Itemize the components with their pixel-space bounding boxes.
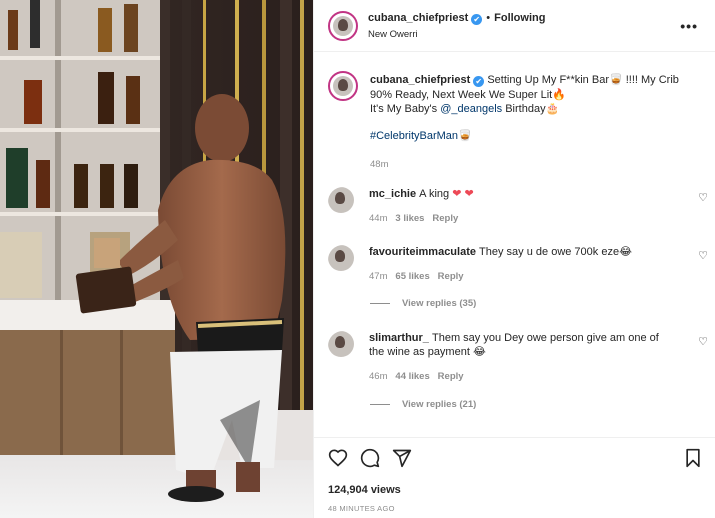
- reply-button[interactable]: Reply: [438, 371, 464, 382]
- like-comment-heart-icon[interactable]: ♡: [698, 249, 708, 262]
- share-icon[interactable]: [392, 448, 412, 468]
- view-replies-button[interactable]: View replies (21): [370, 399, 476, 410]
- replies-divider-line: [370, 302, 390, 304]
- comment-body: mc_ichie A king ❤ ❤: [369, 187, 669, 201]
- post-header: cubana_chiefpriest ✔ • Following New Owerri…: [314, 0, 715, 52]
- heart-emoji: ❤ ❤: [452, 188, 474, 200]
- post-location[interactable]: New Owerri: [368, 29, 418, 40]
- comment-likes[interactable]: 65 likes: [395, 271, 429, 282]
- commenter-avatar[interactable]: [328, 331, 358, 361]
- comment-time[interactable]: 47m: [369, 271, 387, 282]
- reply-button[interactable]: Reply: [438, 271, 464, 282]
- more-options-icon[interactable]: •••: [680, 18, 698, 34]
- caption-avatar[interactable]: [328, 71, 358, 101]
- view-replies-label: View replies (35): [402, 298, 477, 309]
- view-replies-button[interactable]: View replies (35): [370, 298, 476, 309]
- like-comment-heart-icon[interactable]: ♡: [698, 335, 708, 348]
- comment-time[interactable]: 46m: [369, 371, 387, 382]
- comment-meta: 44m 3 likes Reply: [369, 213, 458, 224]
- bookmark-icon[interactable]: [684, 448, 702, 468]
- caption-timestamp[interactable]: 48m: [370, 159, 388, 170]
- comment-time[interactable]: 44m: [369, 213, 387, 224]
- like-comment-heart-icon[interactable]: ♡: [698, 191, 708, 204]
- caption-hashtag-link[interactable]: #CelebrityBarMan🥃: [370, 130, 472, 142]
- commenter-avatar[interactable]: [328, 187, 358, 217]
- views-count[interactable]: 124,904 views: [328, 484, 401, 496]
- comment-item: favouriteimmaculate They say u de owe 70…: [328, 243, 708, 323]
- commenter-username[interactable]: mc_ichie: [369, 188, 416, 200]
- header-title-row: cubana_chiefpriest ✔ • Following: [368, 12, 545, 25]
- commenter-avatar[interactable]: [328, 245, 358, 275]
- comment-text: They say u de owe 700k eze😂: [479, 246, 632, 258]
- comment-item: slimarthur_ Them say you Dey owe person …: [328, 329, 708, 429]
- caption-line-2-suffix: Birthday🎂: [502, 103, 560, 115]
- comment-text: A king: [419, 188, 453, 200]
- post-time-ago[interactable]: 48 MINUTES AGO: [328, 504, 395, 513]
- comment-body: favouriteimmaculate They say u de owe 70…: [369, 245, 669, 259]
- post-sidebar: cubana_chiefpriest ✔ • Following New Owerri…: [313, 0, 715, 518]
- post-actions-bar: 124,904 views 48 MINUTES AGO: [314, 437, 715, 518]
- caption-text: cubana_chiefpriest ✔ Setting Up My F**kin…: [370, 73, 700, 143]
- commenter-username[interactable]: favouriteimmaculate: [369, 246, 476, 258]
- commenter-username[interactable]: slimarthur_: [369, 332, 429, 344]
- comment-meta: 46m 44 likes Reply: [369, 371, 464, 382]
- caption-username[interactable]: cubana_chiefpriest: [370, 74, 470, 86]
- caption-mention-link[interactable]: @_deangels: [440, 103, 502, 115]
- comment-likes[interactable]: 44 likes: [395, 371, 429, 382]
- reply-button[interactable]: Reply: [432, 213, 458, 224]
- replies-divider-line: [370, 403, 390, 405]
- video-frame: [0, 0, 313, 518]
- author-username[interactable]: cubana_chiefpriest: [368, 12, 468, 24]
- comment-body: slimarthur_ Them say you Dey owe person …: [369, 331, 669, 359]
- comment-icon[interactable]: [360, 448, 380, 468]
- verified-badge-icon: ✔: [473, 76, 485, 87]
- comments-scroll-area[interactable]: cubana_chiefpriest ✔ Setting Up My F**kin…: [314, 53, 715, 437]
- heart-icon[interactable]: [328, 448, 348, 468]
- caption-line-2-prefix: It's My Baby's: [370, 103, 441, 115]
- verified-badge-icon: ✔: [471, 14, 483, 25]
- following-button[interactable]: Following: [494, 12, 545, 24]
- view-replies-label: View replies (21): [402, 399, 477, 410]
- comment-item: mc_ichie A king ❤ ❤ 44m 3 likes Reply ♡: [328, 185, 708, 225]
- comment-meta: 47m 65 likes Reply: [369, 271, 464, 282]
- author-avatar[interactable]: [328, 11, 358, 41]
- comment-likes[interactable]: 3 likes: [395, 213, 424, 224]
- separator-dot: •: [486, 12, 491, 24]
- post-media-image[interactable]: [0, 0, 313, 518]
